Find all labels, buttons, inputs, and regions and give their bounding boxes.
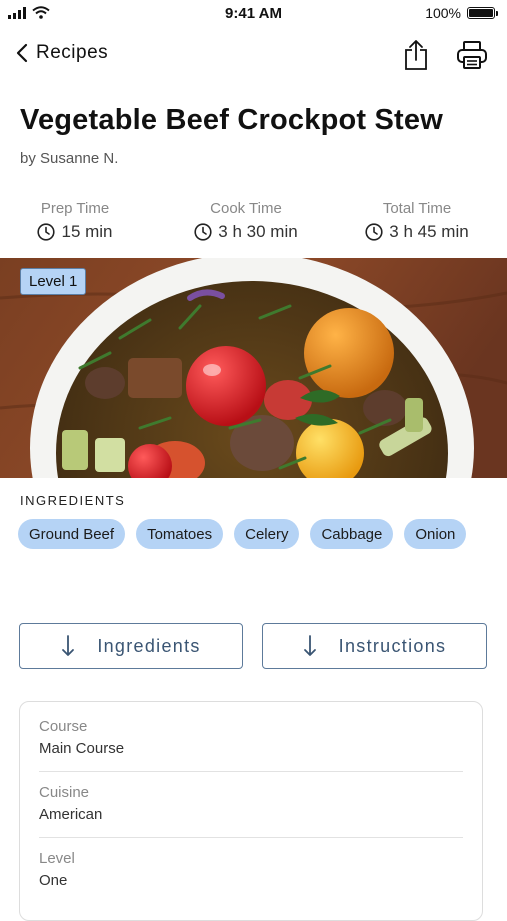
detail-row-course: Course Main Course xyxy=(39,718,463,757)
jump-to-ingredients-button[interactable]: Ingredients xyxy=(19,623,243,669)
battery-fill xyxy=(469,9,493,17)
battery-percent: 100% xyxy=(425,5,461,21)
prep-time: Prep Time 15 min xyxy=(0,200,150,242)
cook-time-value: 3 h 30 min xyxy=(218,222,298,241)
recipe-author: by Susanne N. xyxy=(20,150,119,167)
detail-key: Level xyxy=(39,850,75,867)
detail-key: Cuisine xyxy=(39,784,90,801)
status-right: 100% xyxy=(425,5,498,21)
ingredient-chips: Ground Beef Tomatoes Celery Cabbage Onio… xyxy=(18,519,478,549)
clock-icon xyxy=(37,223,56,241)
share-icon xyxy=(405,40,427,70)
total-time-value: 3 h 45 min xyxy=(389,222,469,241)
total-time: Total Time 3 h 45 min xyxy=(342,200,492,242)
ingredient-chip[interactable]: Onion xyxy=(404,519,467,549)
detail-row-cuisine: Cuisine American xyxy=(39,784,463,823)
recipe-times: Prep Time 15 min Cook Time 3 h 30 min To… xyxy=(0,200,507,242)
clock-icon xyxy=(365,223,383,241)
arrow-down-icon xyxy=(62,635,75,656)
jump-instructions-label: Instructions xyxy=(338,635,447,656)
printer-icon xyxy=(457,41,487,69)
recipe-title: Vegetable Beef Crockpot Stew xyxy=(20,104,443,136)
jump-ingredients-label: Ingredients xyxy=(97,635,201,656)
back-label: Recipes xyxy=(36,42,109,63)
detail-value: One xyxy=(39,872,68,889)
detail-key: Course xyxy=(39,718,88,735)
ingredient-chip[interactable]: Celery xyxy=(234,519,300,549)
ingredients-heading: INGREDIENTS xyxy=(20,493,126,508)
cook-time-label: Cook Time xyxy=(210,200,282,217)
ingredient-chip[interactable]: Ground Beef xyxy=(18,519,126,549)
arrow-down-icon xyxy=(303,635,316,656)
recipe-details-card: Course Main Course Cuisine American Leve… xyxy=(19,701,483,921)
jump-to-instructions-button[interactable]: Instructions xyxy=(262,623,487,669)
clock-icon xyxy=(194,223,212,241)
print-button[interactable] xyxy=(455,38,489,72)
battery-icon xyxy=(467,7,498,19)
chevron-left-icon xyxy=(16,43,28,63)
nav-bar: Recipes xyxy=(0,34,507,78)
detail-value: American xyxy=(39,806,103,823)
ingredient-chip[interactable]: Tomatoes xyxy=(136,519,224,549)
prep-time-value: 15 min xyxy=(61,222,113,241)
cook-time: Cook Time 3 h 30 min xyxy=(150,200,342,242)
total-time-label: Total Time xyxy=(382,200,452,217)
prep-time-label: Prep Time xyxy=(40,200,110,217)
share-button[interactable] xyxy=(399,38,433,72)
detail-row-level: Level One xyxy=(39,850,463,889)
level-badge: Level 1 xyxy=(20,268,87,295)
ingredient-chip[interactable]: Cabbage xyxy=(310,519,394,549)
status-bar: 9:41 AM 100% xyxy=(0,0,507,28)
back-button[interactable]: Recipes xyxy=(16,42,108,64)
detail-value: Main Course xyxy=(39,740,125,757)
